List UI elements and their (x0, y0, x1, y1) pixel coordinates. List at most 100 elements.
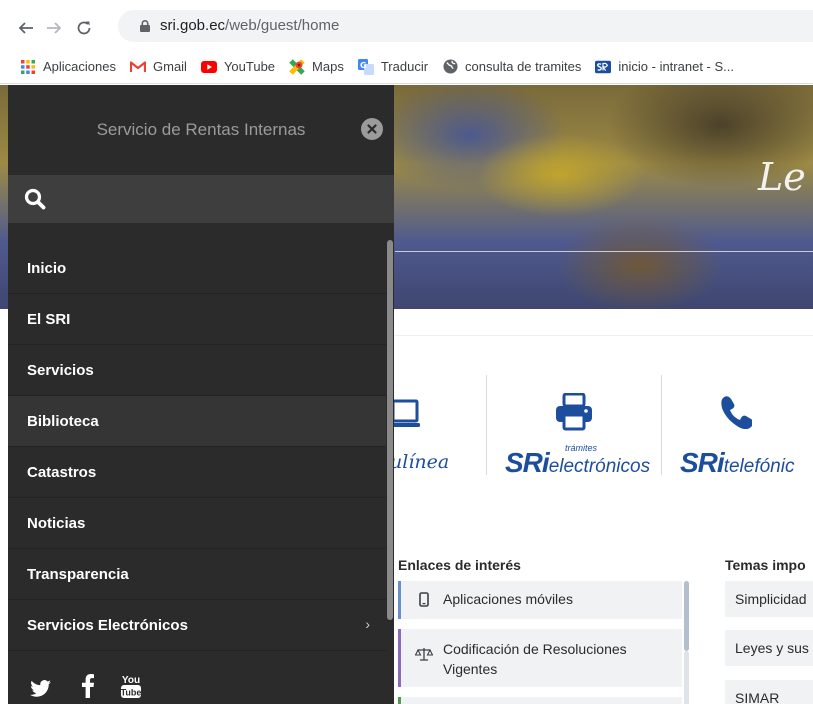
menu-item-label: Catastros (27, 463, 97, 481)
youtube-text-tube: Tube (121, 688, 142, 698)
menu-item-label: Servicios Electrónicos (27, 616, 188, 634)
service-divider (486, 375, 487, 475)
laptop-icon (390, 399, 420, 427)
menu-item-transparencia[interactable]: Transparencia (8, 549, 386, 600)
enlaces-title: Enlaces de interés (398, 557, 521, 573)
bookmark-label: Traducir (380, 59, 429, 74)
url-domain: sri.gob.ec (160, 17, 226, 34)
link-aplicaciones-moviles[interactable]: Aplicaciones móviles (398, 581, 682, 619)
svg-text:G: G (360, 61, 367, 70)
bookmark-label: inicio - intranet - S... (618, 59, 734, 74)
sri-icon (595, 59, 612, 75)
menu-item-label: Servicios (27, 361, 94, 379)
url-path: /web/guest/home (225, 17, 340, 34)
bookmark-traducir[interactable]: G Traducir (357, 58, 429, 75)
menu-item-label: Transparencia (27, 565, 129, 583)
menu-item-servicios[interactable]: Servicios (8, 345, 386, 396)
maps-icon (289, 58, 305, 75)
menu-item-servicios-electronicos[interactable]: Servicios Electrónicos › (8, 600, 386, 651)
twitter-icon[interactable] (30, 680, 52, 698)
url-text: sri.gob.ec/web/guest/home (160, 17, 339, 34)
links-scrollbar-thumb[interactable] (684, 581, 689, 651)
bookmark-consulta-tramites[interactable]: consulta de tramites (442, 59, 581, 75)
bookmark-label: Gmail (153, 59, 187, 74)
temas-title: Temas impo (725, 557, 806, 573)
bookmark-label: YouTube (223, 59, 276, 74)
service-online-text: ulínea (390, 451, 450, 473)
service-divider (661, 375, 662, 475)
printer-icon (556, 393, 592, 431)
youtube-icon (200, 59, 217, 75)
back-button[interactable] (14, 16, 38, 40)
search-icon (24, 188, 46, 210)
topic-leyes[interactable]: Leyes y sus (725, 630, 813, 666)
social-links: You Tube (8, 670, 386, 704)
bookmark-label: Maps (312, 59, 344, 74)
menu-item-label: Noticias (27, 514, 86, 532)
link-label: Aplicaciones móviles (443, 591, 573, 607)
topic-simar[interactable]: SIMAR (725, 680, 813, 704)
bookmark-gmail[interactable]: Gmail (130, 59, 187, 75)
brand-sri: SRi (505, 447, 550, 478)
globe-icon (442, 59, 458, 75)
menu-item-inicio[interactable]: Inicio (8, 243, 386, 294)
menu-item-label: El SRI (27, 310, 71, 328)
phone-icon (721, 396, 752, 429)
brand-telefonico: telefónic (723, 456, 795, 477)
sri-telefonico-logo: SRitelefónic (680, 447, 794, 479)
bookmark-aplicaciones[interactable]: Aplicaciones (20, 59, 116, 75)
apps-grid-icon (20, 59, 36, 75)
lock-icon (140, 20, 150, 32)
youtube-icon[interactable]: You Tube (120, 672, 142, 700)
menu-item-noticias[interactable]: Noticias (8, 498, 386, 549)
service-sri-telefonico[interactable]: SRitelefónic (670, 365, 813, 495)
bookmark-youtube[interactable]: YouTube (200, 59, 276, 75)
drawer-scrollbar-thumb[interactable] (387, 240, 393, 620)
menu-item-label: Biblioteca (27, 412, 99, 430)
menu-item-el-sri[interactable]: El SRI (8, 294, 386, 345)
link-codificacion-resoluciones[interactable]: Codificación de Resoluciones Vigentes (398, 629, 682, 687)
service-tramites-electronicos[interactable]: SRielectrónicos trámites (495, 365, 660, 495)
browser-window: sri.gob.ec/web/guest/home Aplicaciones G… (0, 0, 813, 704)
drawer-search-box[interactable] (8, 175, 394, 223)
tramites-electronicos-logo: SRielectrónicos trámites (505, 443, 651, 479)
browser-toolbar: sri.gob.ec/web/guest/home (0, 0, 813, 50)
link-label: Codificación de Resoluciones Vigentes (443, 641, 627, 677)
bookmark-label: consulta de tramites (465, 59, 582, 74)
chevron-right-icon: › (365, 616, 370, 632)
menu-item-label: Inicio (27, 259, 67, 277)
scales-icon (415, 647, 433, 661)
brand-sri: SRi (680, 447, 725, 478)
side-drawer: Servicio de Rentas Internas Inicio El SR… (8, 85, 394, 704)
address-bar[interactable]: sri.gob.ec/web/guest/home (118, 10, 813, 42)
facebook-icon[interactable] (82, 674, 94, 698)
reload-button[interactable] (72, 16, 96, 40)
reload-icon (77, 21, 91, 35)
bookmarks-bar: Aplicaciones Gmail YouTube Maps G Traduc… (0, 50, 813, 84)
youtube-text-you: You (122, 675, 140, 686)
hero-script-text: Le (758, 155, 806, 199)
gmail-icon (130, 59, 146, 75)
bookmark-intranet[interactable]: inicio - intranet - S... (595, 59, 734, 75)
close-button[interactable] (361, 118, 383, 140)
drawer-title: Servicio de Rentas Internas (96, 120, 306, 139)
arrow-right-icon (47, 22, 62, 34)
forward-button[interactable] (42, 16, 66, 40)
close-icon (367, 124, 377, 134)
hero-divider (395, 251, 813, 252)
menu-item-biblioteca[interactable]: Biblioteca (8, 396, 386, 447)
links-scrollbar-track[interactable] (684, 651, 689, 704)
menu-item-catastros[interactable]: Catastros (8, 447, 386, 498)
brand-electronicos: electrónicos (548, 456, 651, 477)
drawer-header: Servicio de Rentas Internas (8, 85, 394, 175)
bookmark-label: Aplicaciones (43, 59, 116, 74)
mobile-icon (415, 592, 433, 607)
section-divider (395, 335, 813, 336)
drawer-menu: Inicio El SRI Servicios Biblioteca Catas… (8, 243, 386, 651)
brand-tramites: trámites (565, 443, 598, 453)
link-next[interactable] (398, 697, 682, 704)
arrow-left-icon (18, 22, 33, 34)
topic-simplicidad[interactable]: Simplicidad (725, 581, 813, 617)
bookmark-maps[interactable]: Maps (289, 58, 344, 75)
translate-icon: G (357, 58, 374, 75)
